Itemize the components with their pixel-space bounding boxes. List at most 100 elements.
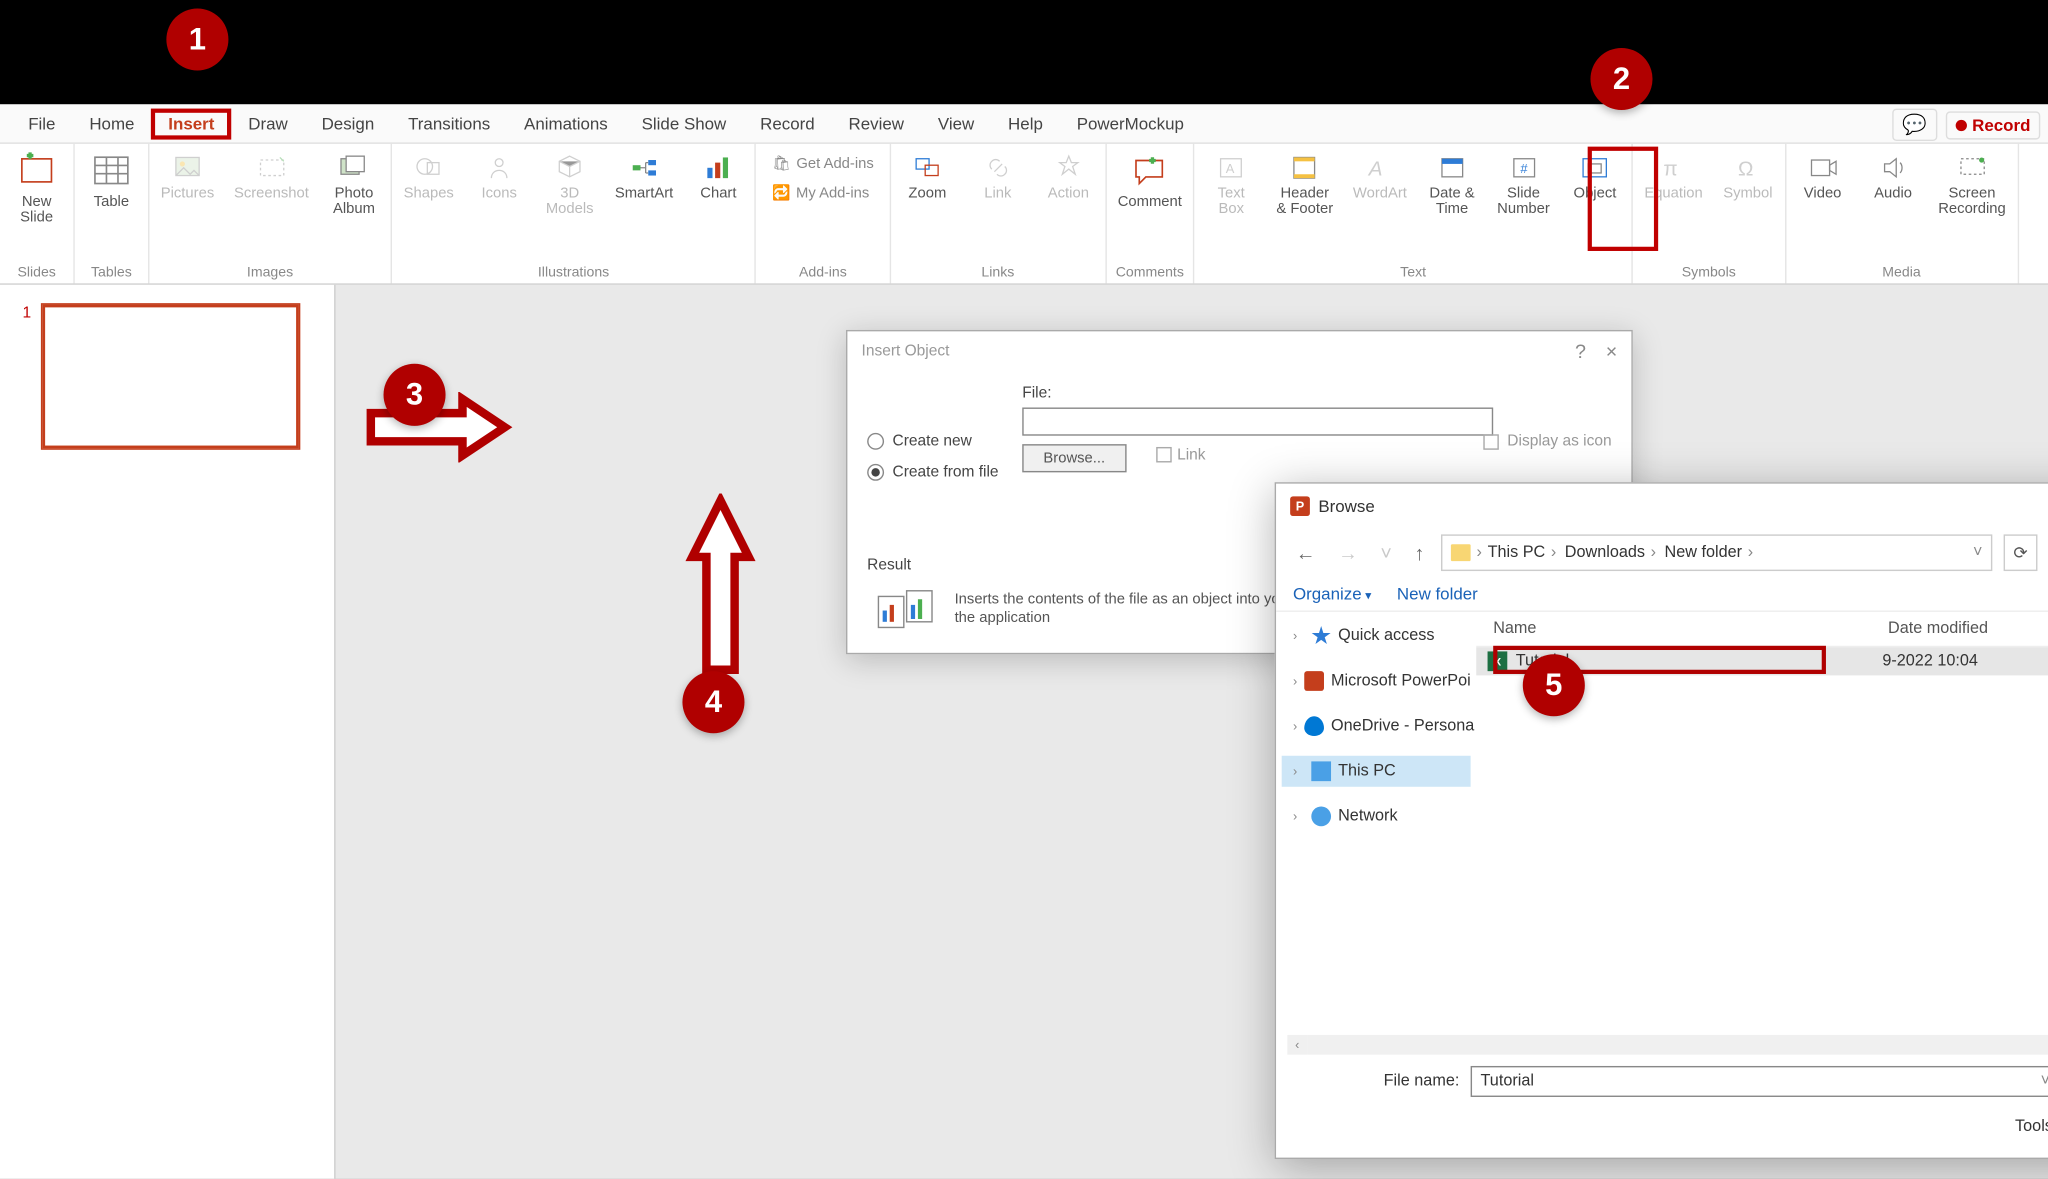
- screenshot-button[interactable]: Screenshot: [231, 149, 312, 204]
- slide-thumbnail-1[interactable]: [42, 305, 299, 449]
- slide-number-button[interactable]: #Slide Number: [1494, 149, 1552, 220]
- excel-icon: X: [1488, 651, 1508, 671]
- audio-button[interactable]: Audio: [1865, 149, 1921, 204]
- tree-quick-access[interactable]: ›Quick access: [1282, 620, 1471, 651]
- table-button[interactable]: Table: [83, 149, 139, 212]
- nav-back-icon[interactable]: ←: [1290, 539, 1321, 567]
- file-name-value: Tutorial: [1481, 1073, 1534, 1090]
- title-bar-black: [0, 0, 2048, 104]
- 3d-models-button[interactable]: 3D Models: [542, 149, 598, 220]
- my-addins-button[interactable]: 🔁My Add-ins: [765, 179, 881, 206]
- nav-tree[interactable]: ›Quick access ›Microsoft PowerPoi ›OneDr…: [1276, 612, 1476, 1035]
- store-icon: 🛍: [772, 154, 791, 172]
- wordart-button[interactable]: AWordArt: [1350, 149, 1410, 204]
- tree-quick-label: Quick access: [1338, 627, 1434, 644]
- pictures-button[interactable]: Pictures: [158, 149, 217, 204]
- tab-view[interactable]: View: [921, 108, 991, 139]
- address-bar[interactable]: › This PC Downloads New folder ˅: [1441, 534, 1992, 571]
- video-button[interactable]: Video: [1794, 149, 1850, 204]
- col-name[interactable]: Name: [1488, 618, 1883, 641]
- tree-this-pc[interactable]: ›This PC: [1282, 756, 1471, 787]
- new-folder-button[interactable]: New folder: [1397, 584, 1478, 604]
- refresh-icon[interactable]: ⟳: [2004, 534, 2038, 571]
- icons-button[interactable]: Icons: [471, 149, 527, 204]
- header-footer-button[interactable]: Header & Footer: [1274, 149, 1336, 220]
- action-button[interactable]: Action: [1040, 149, 1096, 204]
- screen-recording-button[interactable]: Screen Recording: [1935, 149, 2008, 220]
- get-addins-button[interactable]: 🛍Get Add-ins: [765, 149, 881, 176]
- ribbon-insert: New Slide Slides Table Tables Pictures S: [0, 144, 2048, 285]
- smartart-button[interactable]: SmartArt: [612, 149, 676, 204]
- tab-file[interactable]: File: [11, 108, 72, 139]
- folder-icon: [1451, 544, 1471, 561]
- tab-insert[interactable]: Insert: [151, 108, 231, 139]
- tools-menu[interactable]: Tools: [2015, 1118, 2048, 1135]
- tree-powerpoint[interactable]: ›Microsoft PowerPoi: [1282, 666, 1471, 697]
- link-label: Link: [1177, 446, 1205, 463]
- dialog-help-icon[interactable]: ?: [1575, 340, 1586, 363]
- shapes-label: Shapes: [404, 186, 454, 202]
- tab-transitions[interactable]: Transitions: [391, 108, 507, 139]
- symbol-button[interactable]: ΩSymbol: [1720, 149, 1776, 204]
- browse-dialog: P Browse ✕ ← → ˅ ↑ › This PC Downloa: [1275, 482, 2048, 1159]
- comment-label: Comment: [1118, 195, 1182, 211]
- nav-up-icon[interactable]: ↑: [1409, 539, 1430, 567]
- tab-animations[interactable]: Animations: [507, 108, 625, 139]
- tab-design[interactable]: Design: [305, 108, 392, 139]
- file-date: 9-2022 10:04: [1882, 653, 2048, 670]
- ribbon-tabs: File Home Insert Draw Design Transitions…: [0, 104, 2048, 143]
- display-as-icon-checkbox[interactable]: Display as icon: [1483, 433, 1611, 450]
- annotation-arrow-4: [685, 494, 756, 677]
- browse-button[interactable]: Browse...: [1022, 444, 1126, 472]
- crumb-downloads[interactable]: Downloads: [1565, 544, 1659, 561]
- svg-text:A: A: [1366, 158, 1382, 181]
- comments-pane-icon[interactable]: 💬: [1893, 109, 1937, 141]
- file-name-label: File name:: [1296, 1073, 1460, 1090]
- equation-button[interactable]: πEquation: [1642, 149, 1706, 204]
- slide-thumbnails-pane[interactable]: 1: [0, 285, 336, 1179]
- tab-slideshow[interactable]: Slide Show: [625, 108, 744, 139]
- zoom-button[interactable]: Zoom: [899, 149, 955, 204]
- file-name-input[interactable]: Tutorial˅: [1471, 1066, 2048, 1097]
- svg-text:#: #: [1520, 161, 1528, 176]
- object-label: Object: [1574, 186, 1617, 202]
- text-box-button[interactable]: AText Box: [1203, 149, 1259, 220]
- crumb-new-folder[interactable]: New folder: [1665, 544, 1756, 561]
- file-label: File:: [1022, 385, 1611, 402]
- nav-recent-icon[interactable]: ˅: [1375, 539, 1398, 567]
- crumb-this-pc[interactable]: This PC: [1488, 544, 1560, 561]
- create-new-radio[interactable]: Create new: [867, 433, 998, 450]
- group-text: Text: [1400, 262, 1426, 283]
- tab-home[interactable]: Home: [72, 108, 151, 139]
- file-path-input[interactable]: [1022, 407, 1493, 435]
- tab-record[interactable]: Record: [743, 108, 831, 139]
- comment-button[interactable]: Comment: [1115, 149, 1185, 212]
- dialog-close-icon[interactable]: ×: [1606, 340, 1618, 363]
- tab-draw[interactable]: Draw: [231, 108, 304, 139]
- create-new-label: Create new: [893, 433, 972, 450]
- create-from-file-radio[interactable]: Create from file: [867, 464, 998, 481]
- tree-network[interactable]: ›Network: [1282, 801, 1471, 832]
- tab-review[interactable]: Review: [832, 108, 921, 139]
- shapes-button[interactable]: Shapes: [401, 149, 457, 204]
- nav-forward-icon[interactable]: →: [1332, 539, 1363, 567]
- link-checkbox[interactable]: Link: [1156, 446, 1206, 463]
- new-slide-button[interactable]: New Slide: [8, 149, 64, 228]
- tree-onedrive[interactable]: ›OneDrive - Persona: [1282, 711, 1471, 742]
- horizontal-scrollbar[interactable]: ‹›: [1276, 1035, 2048, 1055]
- date-time-button[interactable]: Date & Time: [1424, 149, 1480, 220]
- chart-button[interactable]: Chart: [690, 149, 746, 204]
- smartart-label: SmartArt: [615, 186, 673, 202]
- link-button[interactable]: Link: [970, 149, 1026, 204]
- photo-album-button[interactable]: Photo Album: [326, 149, 382, 220]
- tab-powermockup[interactable]: PowerMockup: [1060, 108, 1201, 139]
- result-icon: [876, 585, 938, 633]
- symbol-label: Symbol: [1723, 186, 1772, 202]
- organize-menu[interactable]: Organize: [1293, 584, 1372, 604]
- object-button[interactable]: Object: [1567, 149, 1623, 204]
- col-date[interactable]: Date modified: [1882, 618, 2048, 641]
- record-button[interactable]: Record: [1945, 111, 2040, 139]
- icons-label: Icons: [482, 186, 517, 202]
- slide-canvas[interactable]: Insert Object ? × Create new Create from…: [336, 285, 2048, 1179]
- tab-help[interactable]: Help: [991, 108, 1060, 139]
